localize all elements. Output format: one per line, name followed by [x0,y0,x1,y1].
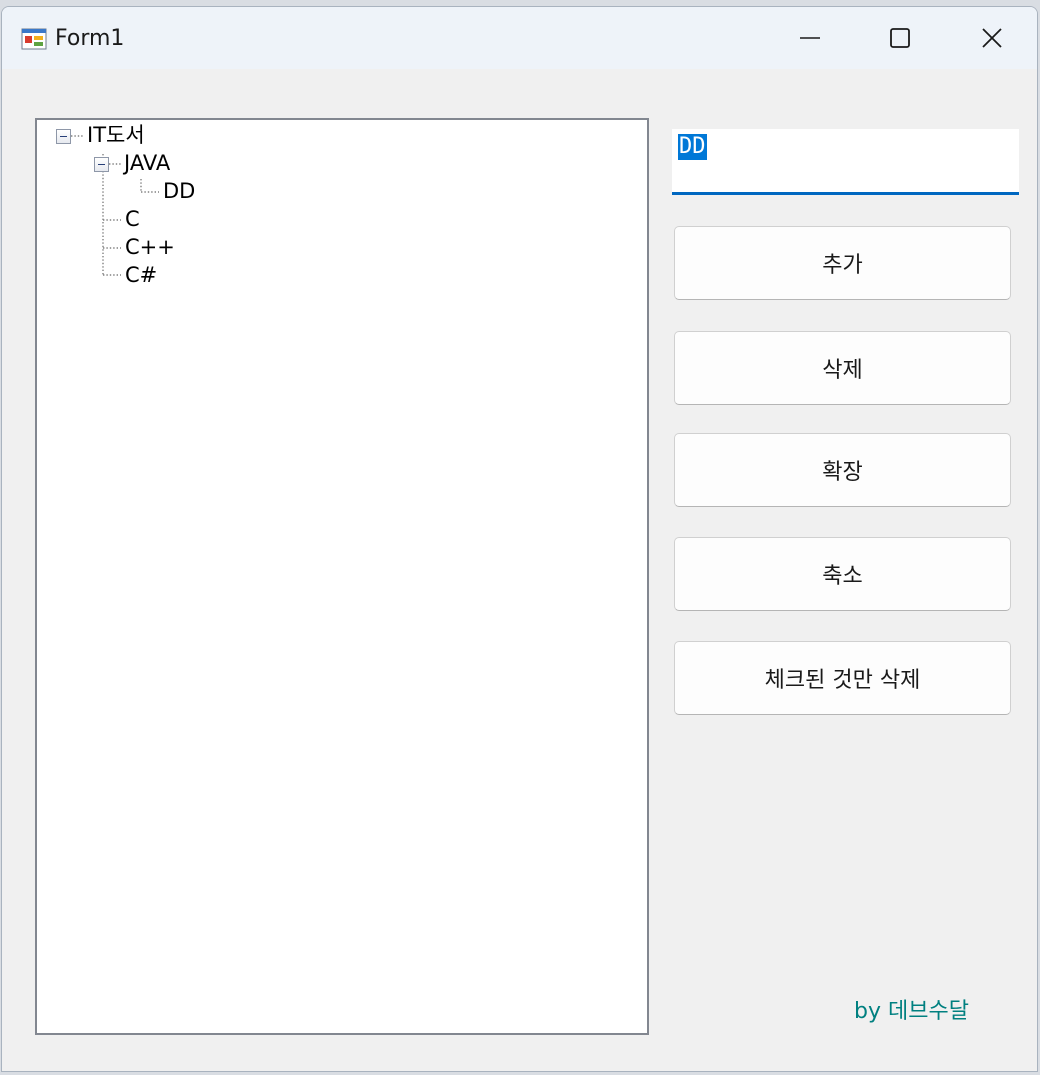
credit-label: by 데브수달 [854,999,969,1024]
form1-window: Form1 IT도서 JAVA DD C C++ C# DD 추가 삭제 확장 … [1,6,1038,1072]
minimize-button[interactable] [764,7,856,69]
tree-collapse-toggle-java[interactable] [94,157,109,172]
window-title: Form1 [55,26,125,51]
tree-node-it-books[interactable]: IT도서 [87,123,145,147]
tree-node-cpp[interactable]: C++ [125,235,175,259]
tree-node-csharp[interactable]: C# [125,263,157,287]
maximize-icon [890,28,910,48]
tree-collapse-toggle-root[interactable] [56,129,71,144]
add-button[interactable]: 추가 [674,226,1011,300]
tree-node-c[interactable]: C [125,207,140,231]
client-area: IT도서 JAVA DD C C++ C# DD 추가 삭제 확장 축소 체크된… [2,69,1037,1071]
delete-button[interactable]: 삭제 [674,331,1011,405]
node-name-input[interactable]: DD [672,129,1019,195]
collapse-button[interactable]: 축소 [674,537,1011,611]
maximize-button[interactable] [854,7,946,69]
tree-view[interactable]: IT도서 JAVA DD C C++ C# [35,118,649,1035]
tree-node-dd[interactable]: DD [163,179,195,203]
title-bar[interactable]: Form1 [2,7,1037,69]
tree-node-java[interactable]: JAVA [124,151,170,175]
node-name-input-selected-text: DD [678,134,707,160]
winforms-app-icon [21,28,47,50]
minimize-icon [800,37,820,39]
delete-checked-button[interactable]: 체크된 것만 삭제 [674,641,1011,715]
close-icon [982,28,1002,48]
close-button[interactable] [946,7,1037,69]
expand-button[interactable]: 확장 [674,433,1011,507]
